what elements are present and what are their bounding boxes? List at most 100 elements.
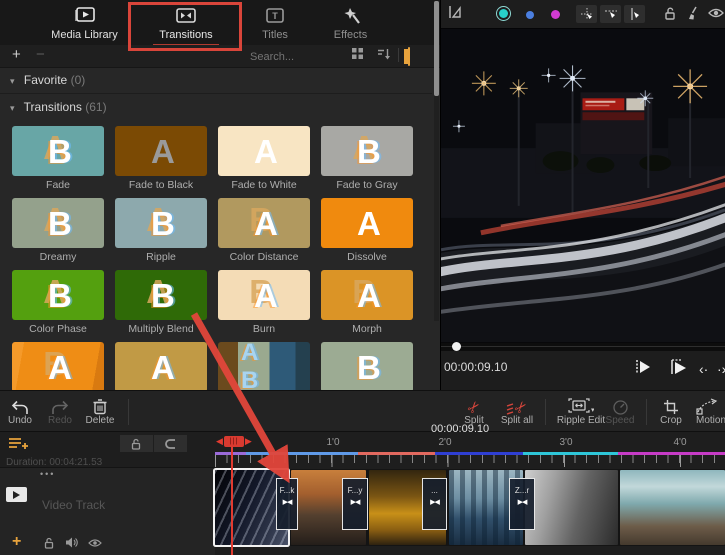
lock-icon[interactable] <box>663 6 677 21</box>
seekbar-handle[interactable] <box>452 342 461 351</box>
snap-icon[interactable] <box>447 4 463 20</box>
previous-frame-button[interactable]: ‹· <box>699 361 708 377</box>
transition-tile[interactable]: A B Fade to Gray <box>321 126 413 192</box>
undo-button[interactable]: Undo <box>2 396 38 426</box>
transition-tile[interactable]: A B Color Phase <box>12 270 104 336</box>
tab-label: Transitions <box>159 29 212 41</box>
crosshair-cursor-tool[interactable] <box>576 5 597 23</box>
search-input[interactable] <box>248 47 344 66</box>
transition-marker[interactable]: Z...r ▶◀ <box>509 478 535 530</box>
scrollbar[interactable] <box>434 1 439 321</box>
thumbnail-letter: A <box>357 277 381 315</box>
play-from-playhead-button[interactable] <box>634 359 652 375</box>
tab-label: Titles <box>262 29 288 41</box>
transition-marker[interactable]: F...k ▶◀ <box>276 478 298 530</box>
transition-tile[interactable]: A B <box>218 342 310 390</box>
library-toolbar: + − <box>0 45 440 68</box>
sort-icon[interactable] <box>377 48 391 60</box>
tab-effects[interactable]: Effects <box>318 5 383 41</box>
preview-toolbar <box>441 0 725 28</box>
grid-view-icon[interactable] <box>352 48 363 59</box>
timeline-clip[interactable] <box>525 470 618 545</box>
collapse-panel-icon[interactable] <box>408 48 410 66</box>
eye-icon[interactable] <box>708 7 724 19</box>
transition-thumbnail: A B <box>321 126 413 176</box>
tab-titles[interactable]: T Titles <box>245 5 305 41</box>
transition-tile[interactable]: A Dissolve <box>321 198 413 264</box>
transition-marker[interactable]: F...y ▶◀ <box>342 478 368 530</box>
ruler-minute-label: 1'0 <box>318 437 348 448</box>
track-mute-speaker-icon[interactable] <box>65 537 78 548</box>
preview-seekbar[interactable] <box>441 343 725 351</box>
track-lock-icon[interactable] <box>44 537 55 549</box>
transition-tile[interactable]: A Fade to Black <box>115 126 207 192</box>
video-track-icon[interactable] <box>6 487 27 502</box>
redo-button[interactable]: Redo <box>42 396 78 426</box>
undo-label: Undo <box>8 415 32 426</box>
thumbnail-letter: A <box>48 349 72 387</box>
add-favorite-button[interactable]: + <box>12 45 21 65</box>
playhead-left-arrow-icon[interactable]: ◀ <box>215 436 224 447</box>
library-sections: ▾ Favorite (0) ▾ Transitions (61) A B Fa… <box>0 67 432 390</box>
timeline-clip[interactable] <box>620 470 725 545</box>
play-fragment-button[interactable] <box>669 359 689 375</box>
section-transitions[interactable]: ▾ Transitions (61) <box>0 94 432 120</box>
transition-tile[interactable]: A B Ripple <box>115 198 207 264</box>
transition-tile[interactable]: B A Burn <box>218 270 310 336</box>
split-button[interactable]: ✂ Split <box>453 396 495 426</box>
scrollbar-thumb[interactable] <box>434 1 439 96</box>
track-menu-button[interactable]: ••• <box>40 469 55 479</box>
thumbnail-letter: A <box>151 349 175 387</box>
thumbnail-letter: B <box>48 205 72 243</box>
transition-tile[interactable]: A <box>115 342 207 390</box>
split-all-button[interactable]: ✂ Split all <box>492 396 542 426</box>
transition-thumbnail: B A <box>12 342 104 390</box>
timeline: Duration: 00:04:21.53 00:00:09.10 1'0 2'… <box>0 432 725 555</box>
section-favorite[interactable]: ▾ Favorite (0) <box>0 67 432 94</box>
transition-tile[interactable]: A B Multiply Blend <box>115 270 207 336</box>
playhead-right-arrow-icon[interactable]: ▶ <box>244 436 253 447</box>
transitions-icon <box>140 5 232 27</box>
transition-tile[interactable]: A Fade to White <box>218 126 310 192</box>
marker-color-magenta-dot[interactable] <box>551 10 560 19</box>
transition-label: Burn <box>218 323 310 336</box>
crop-icon <box>650 396 692 415</box>
transition-thumbnail: A B <box>115 270 207 320</box>
remove-favorite-button[interactable]: − <box>36 45 45 65</box>
transition-tile[interactable]: B A <box>12 342 104 390</box>
speed-button[interactable]: Speed <box>598 396 642 426</box>
transition-marker[interactable]: ... ▶◀ <box>422 478 447 530</box>
broom-icon[interactable] <box>686 6 701 21</box>
transition-tile[interactable]: B <box>321 342 413 390</box>
add-track-button[interactable] <box>8 437 28 451</box>
playhead-grip[interactable]: ||| <box>224 436 244 447</box>
delete-button[interactable]: Delete <box>80 396 120 426</box>
timeline-ruler[interactable]: 00:00:09.10 1'0 2'0 3'0 4'0 <box>215 432 725 467</box>
tab-transitions[interactable]: Transitions <box>140 5 232 46</box>
crop-button[interactable]: Crop <box>650 396 692 426</box>
tab-media-library[interactable]: Media Library <box>42 5 127 41</box>
timeline-lock-button[interactable] <box>120 435 153 452</box>
video-preview[interactable] <box>441 28 725 343</box>
transition-marker-label: ... <box>423 486 446 495</box>
motion-button[interactable]: Motion <box>696 396 725 426</box>
track-visibility-eye-icon[interactable] <box>88 538 102 548</box>
magnet-snap-button[interactable] <box>154 435 187 452</box>
edit-toolbar: Undo Redo Delete ✂ Split ✂ Split all ▾ R… <box>0 390 725 432</box>
marker-color-cyan-dot[interactable] <box>496 6 511 21</box>
add-clip-button[interactable]: + <box>12 535 21 549</box>
motion-label: Motion <box>696 415 725 426</box>
svg-text:T: T <box>272 11 278 21</box>
next-frame-button[interactable]: ·› <box>717 361 725 377</box>
playhead-marker[interactable]: ◀ ||| ▶ <box>215 436 253 447</box>
transition-tile[interactable]: A B Fade <box>12 126 104 192</box>
transition-bowtie-icon: ▶◀ <box>423 498 446 506</box>
transition-label: Fade to White <box>218 179 310 192</box>
thumbnail-letter: A <box>254 133 278 171</box>
marker-color-blue-dot[interactable] <box>526 11 534 19</box>
transition-tile[interactable]: A B Dreamy <box>12 198 104 264</box>
line-snap-cursor-tool[interactable] <box>624 5 645 23</box>
transition-tile[interactable]: B A Morph <box>321 270 413 336</box>
edge-snap-cursor-tool[interactable] <box>600 5 621 23</box>
transition-tile[interactable]: B A Color Distance <box>218 198 310 264</box>
